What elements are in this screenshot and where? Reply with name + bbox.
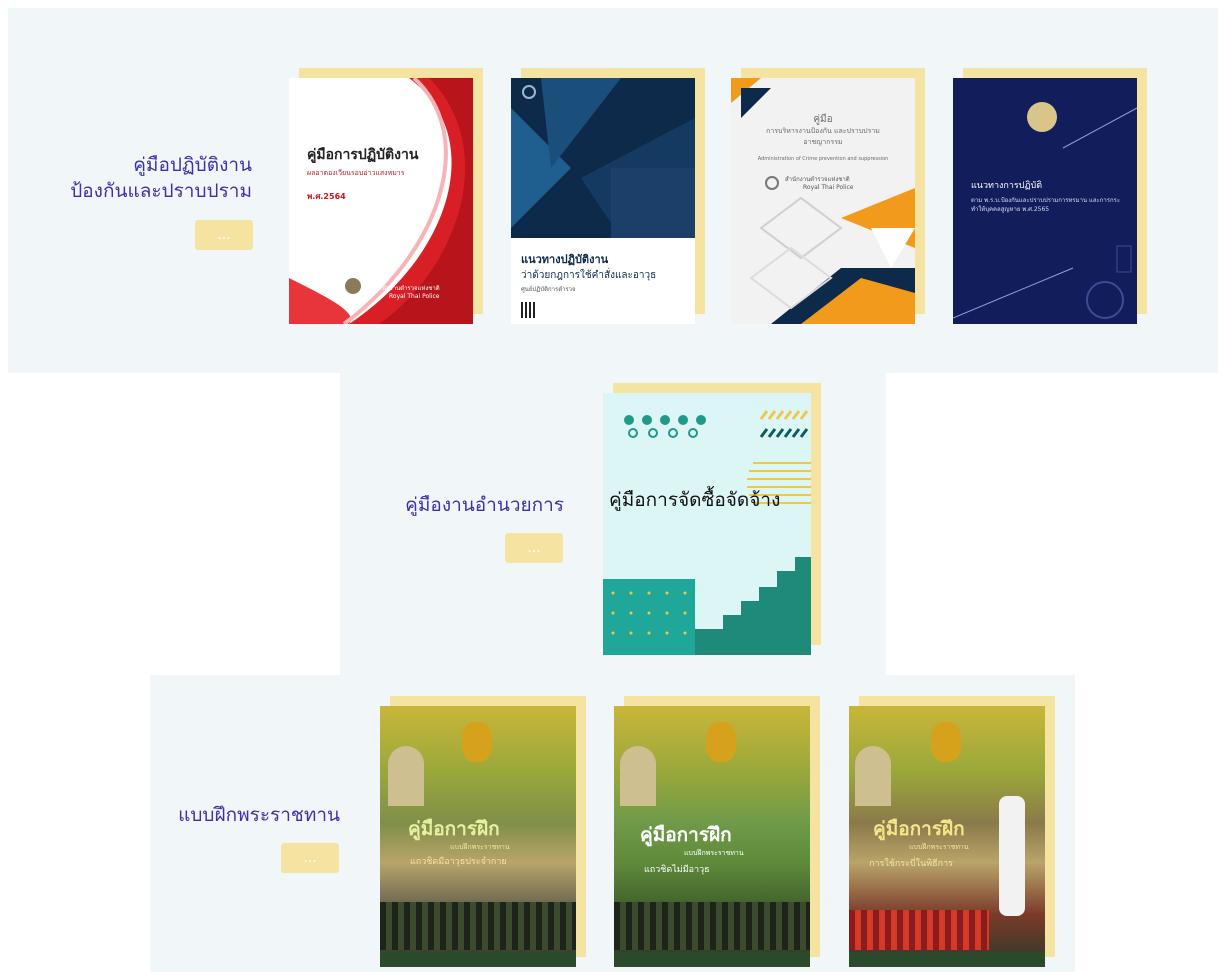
book-cover-operations-manual[interactable]: คู่มือการปฏิบัติงาน ผลอาตองเวียนรอบอ่าวแ… [289,68,483,324]
book-caption: การใช้กระบี่ในพิธีการ [869,859,953,869]
book-subtitle: แบบฝึกพระราชทาน [450,843,510,851]
book-title: คู่มือการฝึก [408,818,500,840]
book-subtitle: การบริหารงานป้องกัน และปราบปรามอาชญากรรม [766,127,880,146]
section-title-line-1: คู่มืองานอำนวยการ [405,494,564,516]
marching-soldiers-graphic [380,902,576,950]
book-cover-image: คู่มือการปฏิบัติงาน ผลอาตองเวียนรอบอ่าวแ… [289,78,473,324]
book-title: คู่มือการฝึก [640,824,732,846]
book-cover-image: คู่มือการจัดซื้อจัดจ้าง [603,393,811,655]
book-cover-drill-armed[interactable]: คู่มือการฝึก แบบฝึกพระราชทาน แถวชิดมีอาว… [380,696,586,967]
dome-building-graphic [620,746,656,806]
book-cover-image: คู่มือ การบริหารงานป้องกัน และปราบปรามอา… [731,78,915,324]
more-button-drill[interactable]: ... [281,843,339,873]
section-title-prevention[interactable]: คู่มือปฏิบัติงาน ป้องกันและปราบปราม [40,152,252,204]
royal-emblem-icon [706,722,736,762]
section-title-line-1: แบบฝึกพระราชทาน [178,804,340,826]
book-title: แนวทางปฏิบัติงาน [521,253,609,266]
book-cover-drill-unarmed[interactable]: คู่มือการฝึก แบบฝึกพระราชทาน แถวชิดไม่มี… [614,696,820,967]
book-cover-image: คู่มือการฝึก แบบฝึกพระราชทาน การใช้กระบี… [849,706,1045,967]
police-emblem-icon [345,278,361,294]
book-year: พ.ศ.2564 [307,192,346,201]
royal-emblem-icon [462,722,492,762]
book-cover-image: แนวทางปฏิบัติงาน ว่าด้วยกฎการใช้คำสั่งแล… [511,78,695,324]
book-cover-anti-torture-guideline[interactable]: แนวทางการปฏิบัติ ตาม พ.ร.บ.ป้องกันและปรา… [953,68,1147,324]
book-footer-bar [849,952,1045,967]
section-title-drill[interactable]: แบบฝึกพระราชทาน [150,802,340,828]
book-cover-crime-prevention-admin[interactable]: คู่มือ การบริหารงานป้องกัน และปราบปรามอา… [731,68,925,324]
book-cover-procurement-manual[interactable]: คู่มือการจัดซื้อจัดจ้าง [603,383,821,655]
book-title: คู่มือการปฏิบัติงาน [307,147,419,163]
book-subtitle: แบบฝึกพระราชทาน [909,843,969,851]
blue-geometric-graphic [511,78,695,238]
officer-figure-graphic [999,796,1025,916]
book-subtitle: ตาม พ.ร.บ.ป้องกันและปราบปรามการทรมาน และ… [971,197,1121,213]
book-cover-weapons-guideline[interactable]: แนวทางปฏิบัติงาน ว่าด้วยกฎการใช้คำสั่งแล… [511,68,705,324]
more-button-prevention[interactable]: ... [195,220,253,250]
book-subtitle: ผลอาตองเวียนรอบอ่าวแสงหมาร [307,169,405,177]
section-title-admin[interactable]: คู่มืองานอำนวยการ [372,492,564,518]
dome-building-graphic [855,746,891,806]
book-footer-bar [614,952,810,967]
book-title: คู่มือ [813,114,833,125]
teal-dots-graphic [603,410,811,655]
book-title: แนวทางการปฏิบัติ [971,181,1043,191]
magnifier-icon [765,176,779,190]
royal-emblem-icon [931,722,961,762]
book-subtitle: แบบฝึกพระราชทาน [684,849,744,857]
more-button-admin[interactable]: ... [505,533,563,563]
book-caption: แถวชิดมีอาวุธประจำกาย [410,857,507,867]
book-caption: ศูนย์ปฏิบัติการตำรวจ [521,286,576,293]
police-badge-icon [1027,102,1057,132]
book-cover-image: แนวทางการปฏิบัติ ตาม พ.ร.บ.ป้องกันและปรา… [953,78,1137,324]
book-cover-image: คู่มือการฝึก แบบฝึกพระราชทาน แถวชิดไม่มี… [614,706,810,967]
book-org: สำนักงานตำรวจแห่งชาติ [375,285,440,292]
dome-building-graphic [388,746,424,806]
book-subtitle: ว่าด้วยกฎการใช้คำสั่งและอาวุธ [521,270,657,281]
book-cover-image: คู่มือการฝึก แบบฝึกพระราชทาน แถวชิดมีอาว… [380,706,576,967]
red-uniform-soldiers-graphic [849,910,989,950]
book-caption-en: Administration of Crime prevention and s… [757,156,889,162]
section-title-line-2: ป้องกันและปราบปราม [70,180,252,202]
marching-soldiers-graphic [614,902,810,950]
book-caption: แถวชิดไม่มีอาวุธ [644,865,710,875]
book-org: สำนักงานตำรวจแห่งชาติ [785,176,850,183]
book-title: คู่มือการจัดซื้อจัดจ้าง [609,489,781,511]
book-org-en: Royal Thai Police [389,293,440,300]
book-cover-drill-sword[interactable]: คู่มือการฝึก แบบฝึกพระราชทาน การใช้กระบี… [849,696,1055,967]
qr-code-icon [521,302,537,318]
book-footer-bar [380,952,576,967]
book-org-en: Royal Thai Police [803,184,854,191]
section-title-line-1: คู่มือปฏิบัติงาน [133,154,252,176]
book-title: คู่มือการฝึก [873,818,965,840]
